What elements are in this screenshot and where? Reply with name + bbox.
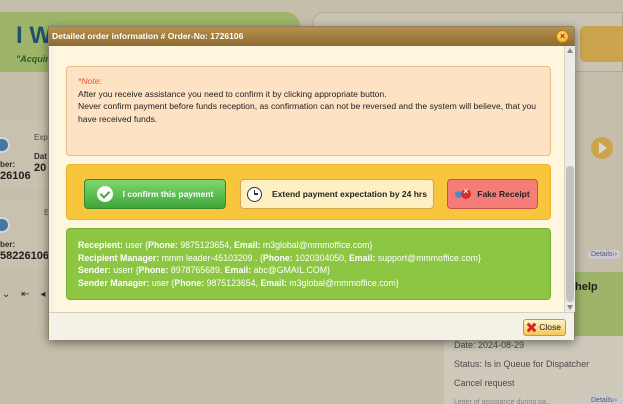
dialog-titlebar: Detailed order information # Order-No: 1… [49,27,574,46]
payment-actions: I confirm this payment Extend payment ex… [66,164,551,220]
clock-icon [247,186,263,202]
sender-line: Sender: userr {Phone: 8978765689, Email:… [78,265,331,275]
extend-payment-button[interactable]: Extend payment expectation by 24 hrs [240,179,434,209]
confirm-payment-label: I confirm this payment [122,189,214,199]
check-icon [96,186,113,202]
fake-receipt-label: Fake Receipt [477,189,530,199]
close-icon [526,322,537,333]
recipient-manager-line: Recipient Manager: mmm leader-45103209 .… [78,252,481,263]
dialog-scrollbar[interactable] [564,46,575,312]
contact-info-box: Recepient: user {Phone: 9875123654, Emai… [66,228,551,300]
close-icon[interactable]: × [556,30,569,43]
extend-payment-label: Extend payment expectation by 24 hrs [272,189,427,199]
note-box: *Note: After you receive assistance you … [66,66,551,156]
dialog-footer: Close [49,312,574,340]
order-details-dialog: Detailed order information # Order-No: 1… [48,26,575,340]
fake-receipt-icon [455,186,472,199]
scroll-up-icon[interactable] [567,48,573,53]
close-button-label: Close [539,322,561,332]
fake-receipt-button[interactable]: Fake Receipt [447,179,538,209]
dialog-body: *Note: After you receive assistance you … [54,46,564,312]
note-title: *Note: [78,76,102,86]
dialog-title: Detailed order information # Order-No: 1… [52,31,244,41]
scrollbar-thumb[interactable] [566,166,574,302]
confirm-payment-button[interactable]: I confirm this payment [84,179,226,209]
scroll-down-icon[interactable] [567,305,573,310]
note-line: Never confirm payment before funds recep… [78,101,537,124]
close-button[interactable]: Close [523,319,566,336]
sender-manager-line: Sender Manager: user {Phone: 9875123654,… [78,277,399,288]
recipient-line: Recepient: user {Phone: 9875123654, Emai… [78,240,373,250]
note-line: After you receive assistance you need to… [78,88,387,99]
